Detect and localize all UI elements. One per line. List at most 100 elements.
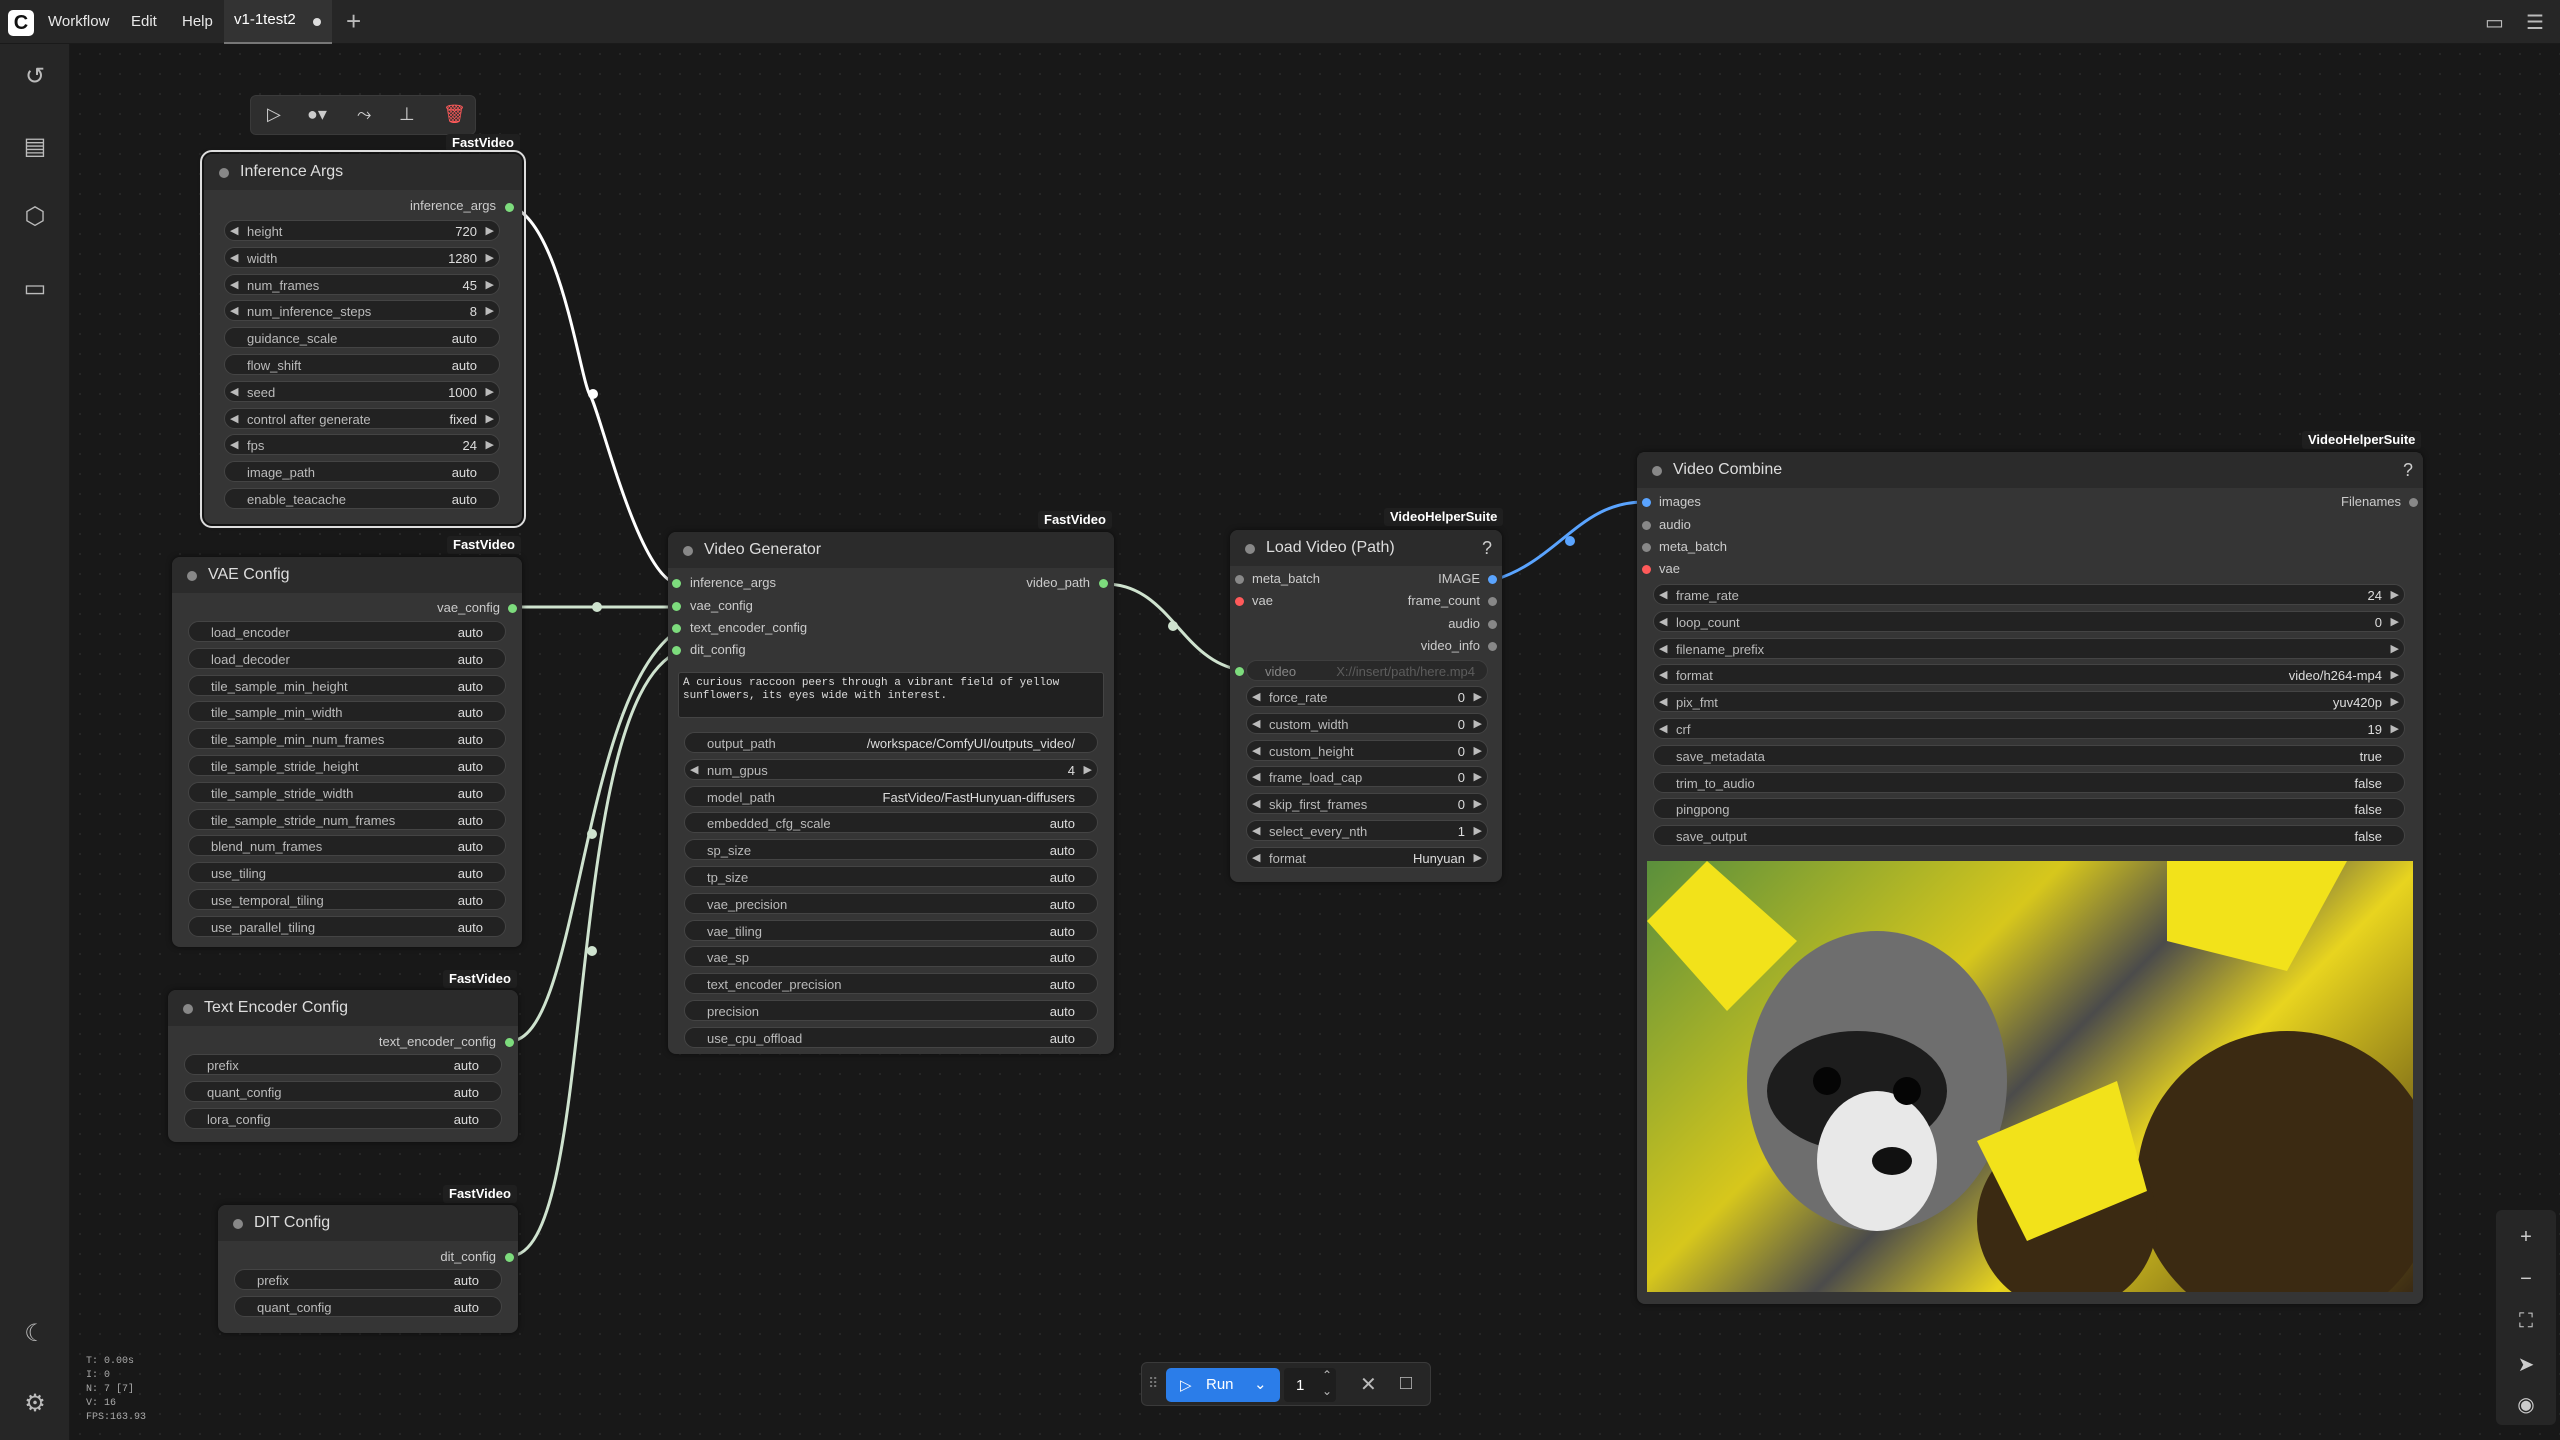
collapse-dot-icon[interactable] [1652, 466, 1662, 476]
input-slot-dot[interactable] [672, 579, 681, 588]
widget-height[interactable]: height 720 ◀ ▶ [224, 220, 500, 241]
widget-custom-width[interactable]: custom_width 0 ◀ ▶ [1246, 712, 1488, 734]
increment-arrow-icon[interactable]: ▶ [2391, 722, 2399, 735]
output-slot-dot[interactable] [2409, 498, 2418, 507]
decrement-arrow-icon[interactable]: ◀ [1659, 642, 1667, 655]
widget-output-path[interactable]: output_path/workspace/ComfyUI/outputs_vi… [684, 732, 1098, 753]
widget-num-frames[interactable]: num_frames 45 ◀ ▶ [224, 273, 500, 295]
help-icon[interactable]: ? [1482, 538, 1492, 559]
widget-load-decoder[interactable]: load_decoder auto [188, 647, 506, 669]
node-title-bar[interactable]: Video Combine? [1637, 452, 2423, 488]
output-slot-dot[interactable] [508, 604, 517, 613]
widget-control-after-generate[interactable]: control after generate fixed ◀ ▶ [224, 407, 500, 429]
widget-vae-precision[interactable]: vae_precision auto [684, 892, 1098, 914]
widget-tile-sample-min-width[interactable]: tile_sample_min_width auto [188, 701, 506, 723]
widget-tile-sample-min-num-frames[interactable]: tile_sample_min_num_frames auto [188, 728, 506, 750]
settings-gear-icon[interactable]: ⚙ [20, 1389, 50, 1419]
decrement-arrow-icon[interactable]: ◀ [1659, 668, 1667, 681]
increment-arrow-icon[interactable]: ▶ [486, 438, 494, 451]
stepper-down-icon[interactable]: ⌄ [1322, 1384, 1332, 1398]
decrement-arrow-icon[interactable]: ◀ [690, 763, 698, 776]
decrement-arrow-icon[interactable]: ◀ [1252, 824, 1260, 837]
comfy-logo-icon[interactable]: C [8, 10, 34, 36]
widget-tile-sample-min-height[interactable]: tile_sample_min_height auto [188, 674, 506, 696]
decrement-arrow-icon[interactable]: ◀ [230, 412, 238, 425]
widget-use-temporal-tiling[interactable]: use_temporal_tiling auto [188, 889, 506, 910]
input-slot-dot[interactable] [672, 646, 681, 655]
widget-select-every-nth[interactable]: select_every_nth 1 ◀ ▶ [1246, 820, 1488, 841]
increment-arrow-icon[interactable]: ▶ [2391, 642, 2399, 655]
increment-arrow-icon[interactable]: ▶ [486, 224, 494, 237]
zoom-out-icon[interactable]: − [2506, 1268, 2546, 1291]
widget-custom-height[interactable]: custom_height 0 ◀ ▶ [1246, 739, 1488, 761]
increment-arrow-icon[interactable]: ▶ [486, 304, 494, 317]
history-icon[interactable]: ↺ [20, 62, 50, 92]
output-slot-dot[interactable] [1488, 642, 1497, 651]
workflow-tab[interactable]: v1-1test2 [224, 0, 332, 44]
decrement-arrow-icon[interactable]: ◀ [1252, 744, 1260, 757]
widget-load-encoder[interactable]: load_encoder auto [188, 621, 506, 642]
increment-arrow-icon[interactable]: ▶ [2391, 695, 2399, 708]
decrement-arrow-icon[interactable]: ◀ [230, 251, 238, 264]
widget-prefix[interactable]: prefix auto [184, 1054, 502, 1075]
decrement-arrow-icon[interactable]: ◀ [1659, 615, 1667, 628]
input-slot-dot[interactable] [1642, 498, 1651, 507]
widget-lora-config[interactable]: lora_config auto [184, 1107, 502, 1129]
increment-arrow-icon[interactable]: ▶ [486, 412, 494, 425]
widget-loop-count[interactable]: loop_count 0 ◀ ▶ [1653, 610, 2405, 632]
input-slot-dot[interactable] [672, 602, 681, 611]
collapse-dot-icon[interactable] [1245, 544, 1255, 554]
widget-num-gpus[interactable]: num_gpus 4 ◀ ▶ [684, 758, 1098, 780]
widget-use-cpu-offload[interactable]: use_cpu_offload auto [684, 1026, 1098, 1048]
decrement-arrow-icon[interactable]: ◀ [1252, 797, 1260, 810]
increment-arrow-icon[interactable]: ▶ [1474, 824, 1482, 837]
widget-vae-sp[interactable]: vae_sp auto [684, 946, 1098, 968]
select-mode-icon[interactable]: ➤ [2506, 1352, 2546, 1377]
decrement-arrow-icon[interactable]: ◀ [230, 385, 238, 398]
increment-arrow-icon[interactable]: ▶ [1084, 763, 1092, 776]
decrement-arrow-icon[interactable]: ◀ [1252, 717, 1260, 730]
run-button[interactable]: ▷ Run ⌄ [1166, 1368, 1280, 1402]
chevron-down-icon[interactable]: ⌄ [1254, 1375, 1267, 1393]
decrement-arrow-icon[interactable]: ◀ [1659, 588, 1667, 601]
widget-quant-config[interactable]: quant_config auto [184, 1080, 502, 1102]
collapse-dot-icon[interactable] [219, 168, 229, 178]
workflows-folder-icon[interactable]: ▭ [20, 274, 50, 304]
new-tab-plus-icon[interactable]: + [346, 6, 361, 37]
increment-arrow-icon[interactable]: ▶ [1474, 797, 1482, 810]
collapse-dot-icon[interactable] [183, 1004, 193, 1014]
batch-count-input[interactable]: 1 ⌃ ⌄ [1284, 1368, 1336, 1402]
node-title-bar[interactable]: VAE Config [172, 557, 522, 593]
widget-trim-to-audio[interactable]: trim_to_audio false [1653, 771, 2405, 793]
decrement-arrow-icon[interactable]: ◀ [230, 438, 238, 451]
video-preview-image[interactable] [1647, 861, 2413, 1292]
increment-arrow-icon[interactable]: ▶ [2391, 615, 2399, 628]
widget-filename-prefix[interactable]: filename_prefix ◀ ▶ [1653, 637, 2405, 659]
input-slot-dot[interactable] [1642, 521, 1651, 530]
collapse-dot-icon[interactable] [233, 1219, 243, 1229]
toggle-links-eye-icon[interactable]: ◉ [2506, 1392, 2546, 1417]
widget-tp-size[interactable]: tp_size auto [684, 866, 1098, 887]
widget-use-parallel-tiling[interactable]: use_parallel_tiling auto [188, 915, 506, 937]
increment-arrow-icon[interactable]: ▶ [486, 251, 494, 264]
dit-config-node[interactable]: DIT Config dit_config prefix auto quant_co… [218, 1205, 518, 1333]
help-icon[interactable]: ? [2403, 460, 2413, 481]
widget-pix-fmt[interactable]: pix_fmt yuv420p ◀ ▶ [1653, 691, 2405, 713]
zoom-in-icon[interactable]: + [2506, 1226, 2546, 1249]
widget-flow-shift[interactable]: flow_shift auto [224, 354, 500, 375]
output-slot-dot[interactable] [505, 203, 514, 212]
stepper-up-icon[interactable]: ⌃ [1322, 1368, 1332, 1382]
vae-config-node[interactable]: VAE Config vae_config load_encoder auto lo… [172, 557, 522, 947]
widget-tile-sample-stride-width[interactable]: tile_sample_stride_width auto [188, 781, 506, 803]
increment-arrow-icon[interactable]: ▶ [2391, 588, 2399, 601]
play-icon[interactable]: ▷ [267, 104, 281, 125]
video-generator-node[interactable]: Video Generator inference_args vae_confi… [668, 532, 1114, 1054]
widget-pingpong[interactable]: pingpong false [1653, 798, 2405, 820]
widget-num-inference-steps[interactable]: num_inference_steps 8 ◀ ▶ [224, 300, 500, 322]
output-slot-dot[interactable] [505, 1038, 514, 1047]
node-title-bar[interactable]: Inference Args [204, 154, 522, 190]
decrement-arrow-icon[interactable]: ◀ [1659, 695, 1667, 708]
collapse-dot-icon[interactable] [683, 546, 693, 556]
increment-arrow-icon[interactable]: ▶ [1474, 690, 1482, 703]
output-slot-dot[interactable] [1099, 579, 1108, 588]
